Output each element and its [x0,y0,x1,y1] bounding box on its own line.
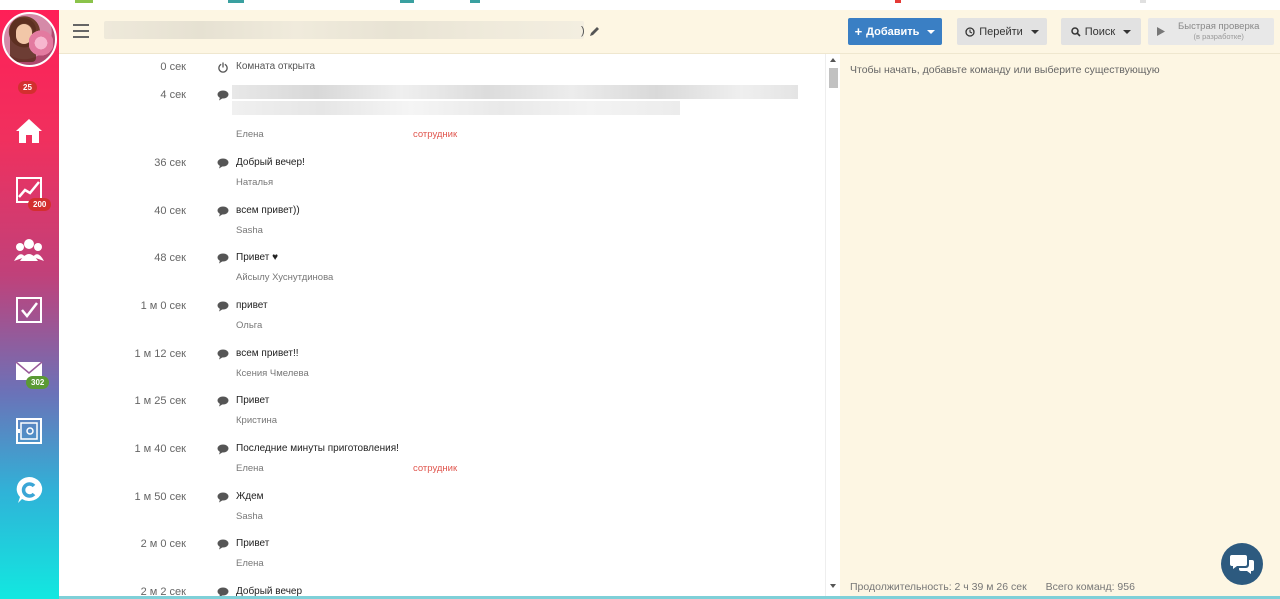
search-button-label: Поиск [1084,25,1116,38]
top-strip [0,0,1280,10]
room-title-end: ) [581,25,585,37]
log-author: Ольга [236,320,263,331]
empty-hint: Чтобы начать, добавьте команду или выбер… [850,64,1160,76]
sidebar: 25 200 302 [0,10,59,599]
log-message: Комната открыта [236,61,316,72]
analytics-badge: 200 [28,198,52,211]
log-author: Sasha [236,225,263,236]
quick-check-label: Быстрая проверка [1178,20,1260,32]
log-message: Привет [236,395,270,406]
room-header: ) + Добавить Перейти Поиск Быстрая прове… [59,10,1280,54]
add-button-label: Добавить [866,25,920,38]
total-commands-text: Всего команд: 956 [1045,581,1135,593]
duration-text: Продолжительность: 2 ч 39 м 26 сек [850,581,1027,593]
log-author: Елена [236,129,264,140]
chevron-down-icon [927,29,936,34]
log-author: Елена [236,463,264,474]
redacted-message [232,101,680,115]
plus-icon: + [854,24,863,39]
log-scrollbar[interactable] [825,54,840,599]
power-icon [218,62,228,73]
quick-check-sublabel: (в разработке) [1193,31,1244,41]
command-panel: Чтобы начать, добавьте команду или выбер… [840,54,1280,599]
log-time: 1 м 25 сек [134,395,186,407]
log-author: Елена [236,558,264,569]
event-log: 0 сек Комната открыта 4 сек Елена сотруд… [59,54,825,599]
mail-badge: 302 [26,376,50,389]
clock-icon [965,26,975,37]
log-message: Последние минуты приготовления! [236,443,399,454]
log-message: всем привет)) [236,205,300,216]
chat-app-icon[interactable] [13,474,45,506]
comment-icon [217,492,229,503]
log-time: 48 сек [154,252,186,264]
search-button[interactable]: Поиск [1061,18,1141,45]
scroll-up-icon[interactable] [830,58,836,62]
comment-icon [217,396,229,407]
chat-bubbles-icon [1230,555,1254,574]
search-icon [1071,26,1081,37]
log-author: Ксения Чмелева [236,368,309,379]
comment-icon [217,539,229,550]
comment-icon [217,301,229,312]
comment-icon [217,349,229,360]
pencil-icon[interactable] [589,25,601,37]
log-time: 2 м 0 сек [140,538,186,550]
room-title-redacted [104,21,584,39]
chevron-down-icon [1123,29,1132,34]
comment-icon [217,90,229,101]
comment-icon [217,206,229,217]
add-button[interactable]: + Добавить [848,18,942,45]
support-chat-button[interactable] [1221,543,1263,585]
user-avatar[interactable] [2,12,57,67]
log-message: Привет [236,538,270,549]
go-to-button-label: Перейти [979,25,1023,38]
log-time: 36 сек [154,157,186,169]
log-time: 1 м 0 сек [140,300,186,312]
comment-icon [217,253,229,264]
menu-icon[interactable] [73,24,89,38]
safe-icon[interactable] [13,415,45,447]
log-message: привет [236,300,268,311]
log-time: 0 сек [160,61,186,73]
comment-icon [217,158,229,169]
log-author: Sasha [236,511,263,522]
tasks-icon[interactable] [13,294,45,326]
users-icon[interactable] [13,234,45,266]
avatar-badge: 25 [18,81,37,94]
chevron-down-icon [1030,29,1039,34]
play-icon [1157,27,1165,36]
log-time: 1 м 12 сек [134,348,186,360]
redacted-message [232,85,798,99]
scroll-thumb[interactable] [829,68,838,88]
log-message: всем привет!! [236,348,299,359]
home-icon[interactable] [13,115,45,147]
log-author: Айсылу Хуснутдинова [236,272,334,283]
log-author: Наталья [236,177,274,188]
log-time: 40 сек [154,205,186,217]
log-time: 1 м 40 сек [134,443,186,455]
log-time: 1 м 50 сек [134,491,186,503]
scroll-down-icon[interactable] [830,584,836,588]
log-message: Привет ♥ [236,252,279,263]
log-role: сотрудник [413,463,458,474]
panel-footer: Продолжительность: 2 ч 39 м 26 сек Всего… [850,581,1135,593]
log-message: Добрый вечер! [236,157,305,168]
log-message: Ждем [236,491,264,502]
go-to-button[interactable]: Перейти [957,18,1047,45]
comment-icon [217,444,229,455]
quick-check-button[interactable]: Быстрая проверка (в разработке) [1148,18,1274,45]
log-role: сотрудник [413,129,458,140]
log-time: 4 сек [160,89,186,101]
log-author: Кристина [236,415,278,426]
